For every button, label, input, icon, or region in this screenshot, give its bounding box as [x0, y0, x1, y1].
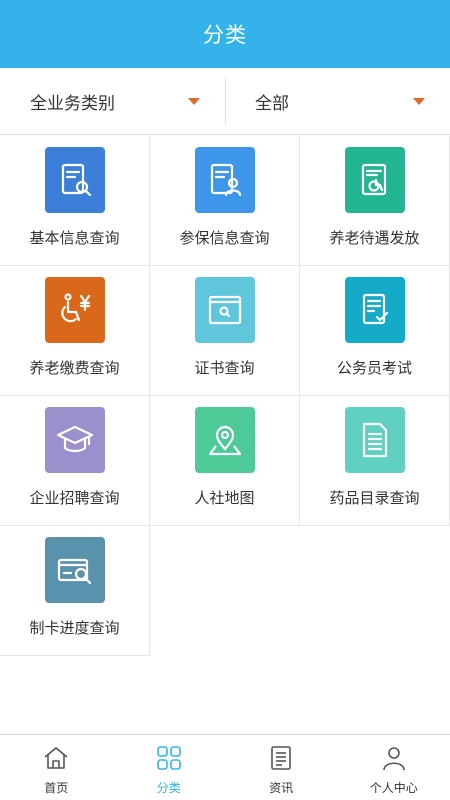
page-title: 分类 — [203, 23, 247, 47]
service-certificate-query[interactable]: 证书查询 — [150, 266, 300, 396]
service-tile — [344, 407, 405, 473]
graduation-cap-icon — [56, 425, 93, 453]
service-tile — [44, 147, 105, 213]
service-label: 药品目录查询 — [329, 489, 420, 507]
service-job-recruitment-query[interactable]: 企业招聘查询 — [0, 396, 150, 526]
service-tile — [44, 277, 105, 343]
document-list-icon — [362, 422, 387, 458]
business-category-label: 全业务类别 — [30, 93, 115, 114]
service-label: 公务员考试 — [336, 359, 412, 377]
service-tile — [44, 537, 105, 603]
checklist-icon — [362, 293, 388, 325]
service-tile — [194, 277, 255, 343]
service-pension-payout[interactable]: 养老待遇发放 — [300, 136, 450, 266]
browser-search-icon — [208, 295, 241, 325]
bottom-tab-bar: 首页 分类 资讯 个人中心 — [0, 734, 450, 800]
service-insurance-info-query[interactable]: 参保信息查询 — [150, 136, 300, 266]
service-tile — [344, 147, 405, 213]
service-label: 企业招聘查询 — [29, 489, 120, 507]
chevron-down-icon — [413, 98, 425, 105]
tab-news[interactable]: 资讯 — [225, 735, 338, 800]
app-root: 分类 全业务类别 全部 基本信息查询 参保信息查询 养老待遇发放 养老缴费查询 … — [0, 0, 450, 800]
grid-icon — [156, 746, 181, 770]
tab-label: 资讯 — [269, 781, 294, 795]
service-card-progress-query[interactable]: 制卡进度查询 — [0, 526, 150, 656]
service-label: 制卡进度查询 — [29, 619, 120, 637]
service-basic-info-query[interactable]: 基本信息查询 — [0, 136, 150, 266]
home-icon — [44, 747, 68, 769]
document-search-icon — [61, 163, 91, 197]
scope-filter[interactable]: 全部 — [225, 68, 450, 134]
wheelchair-yen-icon — [60, 293, 90, 323]
chevron-down-icon — [188, 98, 200, 105]
app-header: 分类 — [0, 0, 450, 68]
document-person-icon — [210, 163, 241, 197]
service-label: 人社地图 — [194, 489, 255, 507]
person-icon — [382, 747, 405, 771]
service-label: 证书查询 — [194, 359, 255, 377]
service-tile — [194, 407, 255, 473]
tab-label: 分类 — [156, 781, 181, 795]
business-category-filter[interactable]: 全业务类别 — [0, 68, 225, 134]
filter-bar: 全业务类别 全部 — [0, 68, 450, 135]
news-icon — [271, 746, 292, 770]
service-tile — [44, 407, 105, 473]
service-label: 养老待遇发放 — [329, 229, 420, 247]
tab-personal-center[interactable]: 个人中心 — [338, 735, 450, 800]
service-label: 参保信息查询 — [179, 229, 270, 247]
service-civil-service-exam[interactable]: 公务员考试 — [300, 266, 450, 396]
tab-category[interactable]: 分类 — [113, 735, 226, 800]
document-wheelchair-icon — [361, 163, 386, 196]
service-label: 养老缴费查询 — [29, 359, 120, 377]
scope-label: 全部 — [255, 93, 289, 114]
tab-label: 个人中心 — [369, 781, 418, 795]
service-tile — [194, 147, 255, 213]
service-drug-catalog-query[interactable]: 药品目录查询 — [300, 396, 450, 526]
service-label: 基本信息查询 — [29, 229, 120, 247]
card-search-icon — [57, 558, 91, 585]
service-tile — [344, 277, 405, 343]
tab-label: 首页 — [44, 781, 69, 795]
service-hr-map[interactable]: 人社地图 — [150, 396, 300, 526]
service-pension-payment-query[interactable]: 养老缴费查询 — [0, 266, 150, 396]
map-pin-icon — [208, 425, 241, 456]
tab-home[interactable]: 首页 — [0, 735, 113, 800]
